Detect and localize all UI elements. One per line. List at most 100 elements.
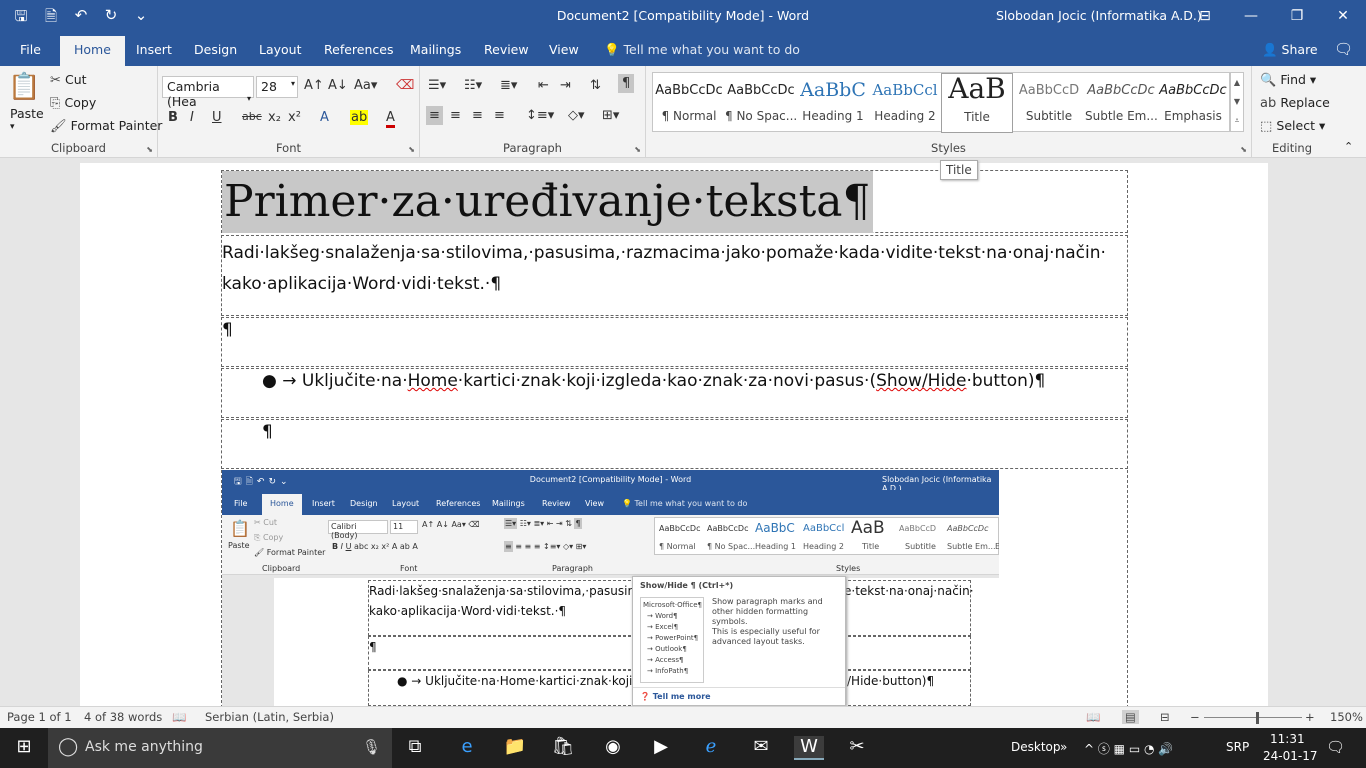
replace-button[interactable]: ab Replace: [1260, 95, 1330, 111]
user-name[interactable]: Slobodan Jocic (Informatika A.D.): [996, 8, 1202, 23]
chevron-down-icon[interactable]: ▼: [1234, 97, 1240, 106]
input-language[interactable]: SRP: [1226, 740, 1249, 754]
show-hide-icon[interactable]: ¶: [618, 74, 635, 93]
clipboard-launcher-icon[interactable]: ⬊: [146, 145, 153, 154]
tab-home[interactable]: Home: [60, 36, 125, 66]
tab-review[interactable]: Review: [484, 42, 529, 57]
body-paragraph[interactable]: Radi·lakšeg·snalaženja·sa·stilovima,·pas…: [221, 235, 1128, 316]
style-title[interactable]: AaB Title: [941, 72, 1013, 133]
word-count[interactable]: 4 of 38 words: [84, 710, 162, 724]
shrink-font-icon[interactable]: A↓: [328, 78, 348, 93]
shading-icon[interactable]: ◇▾: [568, 108, 585, 123]
internet-explorer-icon[interactable]: ℯ: [696, 736, 726, 760]
text-effects-icon[interactable]: A: [320, 110, 329, 125]
subscript-icon[interactable]: x₂: [268, 110, 281, 125]
language-indicator[interactable]: Serbian (Latin, Serbia): [205, 710, 334, 724]
justify-icon[interactable]: ≡: [494, 108, 505, 123]
bullet-paragraph[interactable]: ● → Uključite·na·Home·kartici·znak·koji·…: [221, 368, 1128, 418]
word-icon[interactable]: W: [794, 736, 824, 760]
select-button[interactable]: ⬚ Select ▾: [1260, 118, 1325, 134]
minimize-icon[interactable]: —: [1228, 0, 1274, 32]
change-case-icon[interactable]: Aa▾: [354, 78, 377, 93]
bullets-icon[interactable]: ☰▾: [428, 78, 446, 93]
font-name-box[interactable]: Cambria (Hea ▾: [162, 76, 254, 109]
more-icon[interactable]: ⩡: [1235, 116, 1240, 126]
empty-indented-paragraph[interactable]: ¶: [221, 419, 1128, 469]
store-icon[interactable]: 🛍: [548, 736, 578, 760]
align-left-icon[interactable]: ≡: [426, 106, 443, 125]
paste-dropdown-icon[interactable]: ▾: [10, 122, 15, 132]
embedded-screenshot[interactable]: 🖫🗎↶↻⌄ Document2 [Compatibility Mode] - W…: [222, 470, 999, 706]
start-icon[interactable]: ⊞: [9, 736, 39, 760]
copy-button[interactable]: ⎘ Copy: [50, 95, 96, 111]
body-text[interactable]: Radi·lakšeg·snalaženja·sa·stilovima,·pas…: [222, 238, 1106, 300]
comments-icon[interactable]: 🗨: [1334, 40, 1353, 58]
style-no-spacing[interactable]: AaBbCcDc ¶ No Spac...: [725, 73, 797, 133]
decrease-indent-icon[interactable]: ⇤: [538, 78, 549, 93]
style-subtle-emphasis[interactable]: AaBbCcDc Subtle Em...: [1085, 73, 1157, 133]
style-heading-2[interactable]: AaBbCcl Heading 2: [869, 73, 941, 133]
zoom-level[interactable]: 150%: [1330, 710, 1363, 724]
highlight-icon[interactable]: ab: [350, 110, 369, 125]
italic-icon[interactable]: I: [190, 110, 194, 125]
task-view-icon[interactable]: ⧉: [400, 736, 430, 760]
line-spacing-icon[interactable]: ↕≡▾: [526, 108, 554, 123]
style-emphasis[interactable]: AaBbCcDc Emphasis: [1157, 73, 1229, 133]
find-button[interactable]: 🔍 Find ▾: [1260, 72, 1316, 88]
font-size-box[interactable]: 28 ▾: [256, 76, 298, 98]
clock-date[interactable]: 24-01-17: [1263, 749, 1317, 763]
chevron-up-icon[interactable]: ▲: [1234, 78, 1240, 87]
clear-formatting-icon[interactable]: ⌫: [396, 78, 414, 93]
paste-icon[interactable]: 📋: [8, 72, 40, 102]
tab-insert[interactable]: Insert: [136, 42, 172, 57]
bullet-text[interactable]: ● → Uključite·na·Home·kartici·znak·koji·…: [262, 371, 1045, 391]
tray-icons[interactable]: ^ ⓢ ▦ ▭ ◔ 🔊: [1084, 740, 1173, 757]
snipping-tool-icon[interactable]: ✂: [842, 736, 872, 760]
paragraph-launcher-icon[interactable]: ⬊: [634, 145, 641, 154]
sort-icon[interactable]: ⇅: [590, 78, 601, 93]
web-layout-icon[interactable]: ⊟: [1160, 710, 1170, 724]
tab-design[interactable]: Design: [194, 42, 237, 57]
align-right-icon[interactable]: ≡: [472, 108, 483, 123]
tab-view[interactable]: View: [549, 42, 579, 57]
title-paragraph[interactable]: Primer·za·uređivanje·teksta¶: [221, 170, 1128, 233]
superscript-icon[interactable]: x²: [288, 110, 301, 125]
font-launcher-icon[interactable]: ⬊: [408, 145, 415, 154]
bold-icon[interactable]: B: [168, 110, 178, 125]
borders-icon[interactable]: ⊞▾: [602, 108, 619, 123]
outlook-icon[interactable]: ✉: [746, 736, 776, 760]
zoom-out-icon[interactable]: −: [1190, 710, 1200, 724]
cortana-search[interactable]: ◯ Ask me anything 🎙: [48, 728, 392, 768]
tab-mailings[interactable]: Mailings: [410, 42, 461, 57]
file-explorer-icon[interactable]: 📁: [500, 736, 530, 760]
format-painter-button[interactable]: 🖌 Format Painter: [50, 118, 162, 134]
tab-layout[interactable]: Layout: [259, 42, 302, 57]
empty-paragraph[interactable]: ¶: [221, 317, 1128, 367]
restore-icon[interactable]: ❐: [1274, 0, 1320, 32]
collapse-ribbon-icon[interactable]: ⌃: [1344, 140, 1353, 153]
font-color-icon[interactable]: A: [386, 110, 395, 128]
tab-file[interactable]: File: [20, 42, 41, 57]
tell-me-box[interactable]: 💡 Tell me what you want to do: [604, 42, 800, 58]
zoom-in-icon[interactable]: +: [1305, 710, 1315, 724]
media-player-icon[interactable]: ▶: [646, 736, 676, 760]
close-icon[interactable]: ✕: [1320, 0, 1366, 32]
paste-button[interactable]: Paste: [10, 106, 44, 121]
desktop-toolbar[interactable]: Desktop: [1011, 740, 1061, 754]
edge-icon[interactable]: e: [452, 736, 482, 760]
numbering-icon[interactable]: ☷▾: [464, 78, 482, 93]
style-heading-1[interactable]: AaBbC Heading 1: [797, 73, 869, 133]
ribbon-display-icon[interactable]: ⊟: [1182, 0, 1228, 32]
styles-gallery-scroll[interactable]: ▲ ▼ ⩡: [1230, 72, 1244, 132]
zoom-slider-thumb[interactable]: [1256, 712, 1259, 724]
style-subtitle[interactable]: AaBbCcD Subtitle: [1013, 73, 1085, 133]
multilevel-list-icon[interactable]: ≣▾: [500, 78, 517, 93]
underline-icon[interactable]: U: [212, 110, 222, 125]
page-count[interactable]: Page 1 of 1: [7, 710, 72, 724]
notifications-icon[interactable]: 🗨: [1326, 738, 1345, 756]
clock-time[interactable]: 11:31: [1270, 732, 1305, 746]
print-layout-icon[interactable]: ▤: [1122, 710, 1139, 724]
share-button[interactable]: 👤 Share: [1262, 42, 1318, 58]
chrome-icon[interactable]: ◉: [598, 736, 628, 760]
cut-button[interactable]: ✂ Cut: [50, 72, 87, 88]
